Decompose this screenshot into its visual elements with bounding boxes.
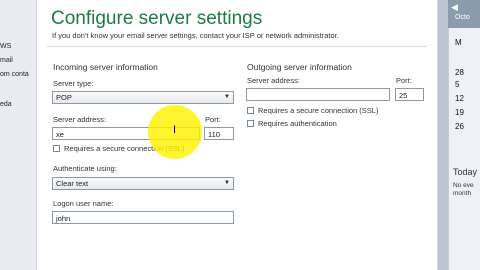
incoming-server-address-label: Server address: — [53, 115, 106, 124]
calendar-weekday: M — [455, 38, 462, 47]
configure-server-dialog: Configure server settings If you don't k… — [36, 0, 438, 270]
logon-user-label: Logon user name: — [53, 199, 114, 208]
left-strip-item: mail — [0, 57, 13, 64]
dialog-subtitle: If you don't know your email server sett… — [52, 31, 339, 40]
calendar-day[interactable]: 26 — [455, 122, 464, 131]
outgoing-ssl-label: Requires a secure connection (SSL) — [258, 106, 379, 115]
server-type-label: Server type: — [53, 79, 94, 88]
incoming-ssl-checkbox[interactable] — [53, 145, 60, 152]
outgoing-auth-label: Requires authentication — [258, 119, 337, 128]
today-label: Today — [453, 167, 478, 177]
outgoing-port-label: Port: — [396, 76, 412, 85]
calendar-pane: M 28 5 12 19 26 Today No eve month — [448, 0, 480, 270]
calendar-header: ◀ Octo — [448, 0, 480, 28]
outgoing-port-input[interactable]: 25 — [395, 88, 424, 101]
text-cursor-icon: I — [173, 124, 177, 136]
left-strip-item: WS — [0, 43, 12, 50]
outgoing-ssl-checkbox[interactable] — [247, 107, 254, 114]
server-type-value: POP — [56, 93, 72, 102]
divider — [47, 46, 427, 47]
chevron-down-icon: ▼ — [224, 180, 230, 186]
outgoing-server-address-input[interactable] — [246, 88, 390, 101]
authenticate-select[interactable]: Clear text ▼ — [52, 177, 234, 190]
incoming-port-input[interactable]: 110 — [204, 127, 234, 140]
calendar-day[interactable]: 28 — [455, 68, 464, 77]
outgoing-section-title: Outgoing server information — [247, 62, 352, 72]
chevron-down-icon: ▼ — [224, 94, 230, 100]
authenticate-value: Clear text — [56, 179, 89, 188]
left-strip-item: eda — [0, 101, 12, 108]
outgoing-auth-checkbox[interactable] — [247, 120, 254, 127]
calendar-day[interactable]: 19 — [455, 108, 464, 117]
today-text: No eve — [453, 182, 474, 189]
calendar-day[interactable]: 5 — [455, 80, 459, 89]
calendar-month: Octo — [455, 14, 470, 21]
today-text: month — [453, 190, 472, 197]
dialog-title: Configure server settings — [51, 8, 263, 29]
outgoing-server-address-label: Server address: — [247, 76, 300, 85]
chevron-left-icon[interactable]: ◀ — [451, 2, 458, 13]
incoming-section-title: Incoming server information — [53, 62, 158, 72]
authenticate-label: Authenticate using: — [53, 164, 117, 173]
server-type-select[interactable]: POP ▼ — [52, 91, 234, 104]
incoming-port-label: Port: — [205, 115, 221, 124]
left-strip-item: om conta — [0, 71, 29, 78]
calendar-day[interactable]: 12 — [455, 94, 464, 103]
logon-user-input[interactable]: john — [52, 211, 234, 224]
